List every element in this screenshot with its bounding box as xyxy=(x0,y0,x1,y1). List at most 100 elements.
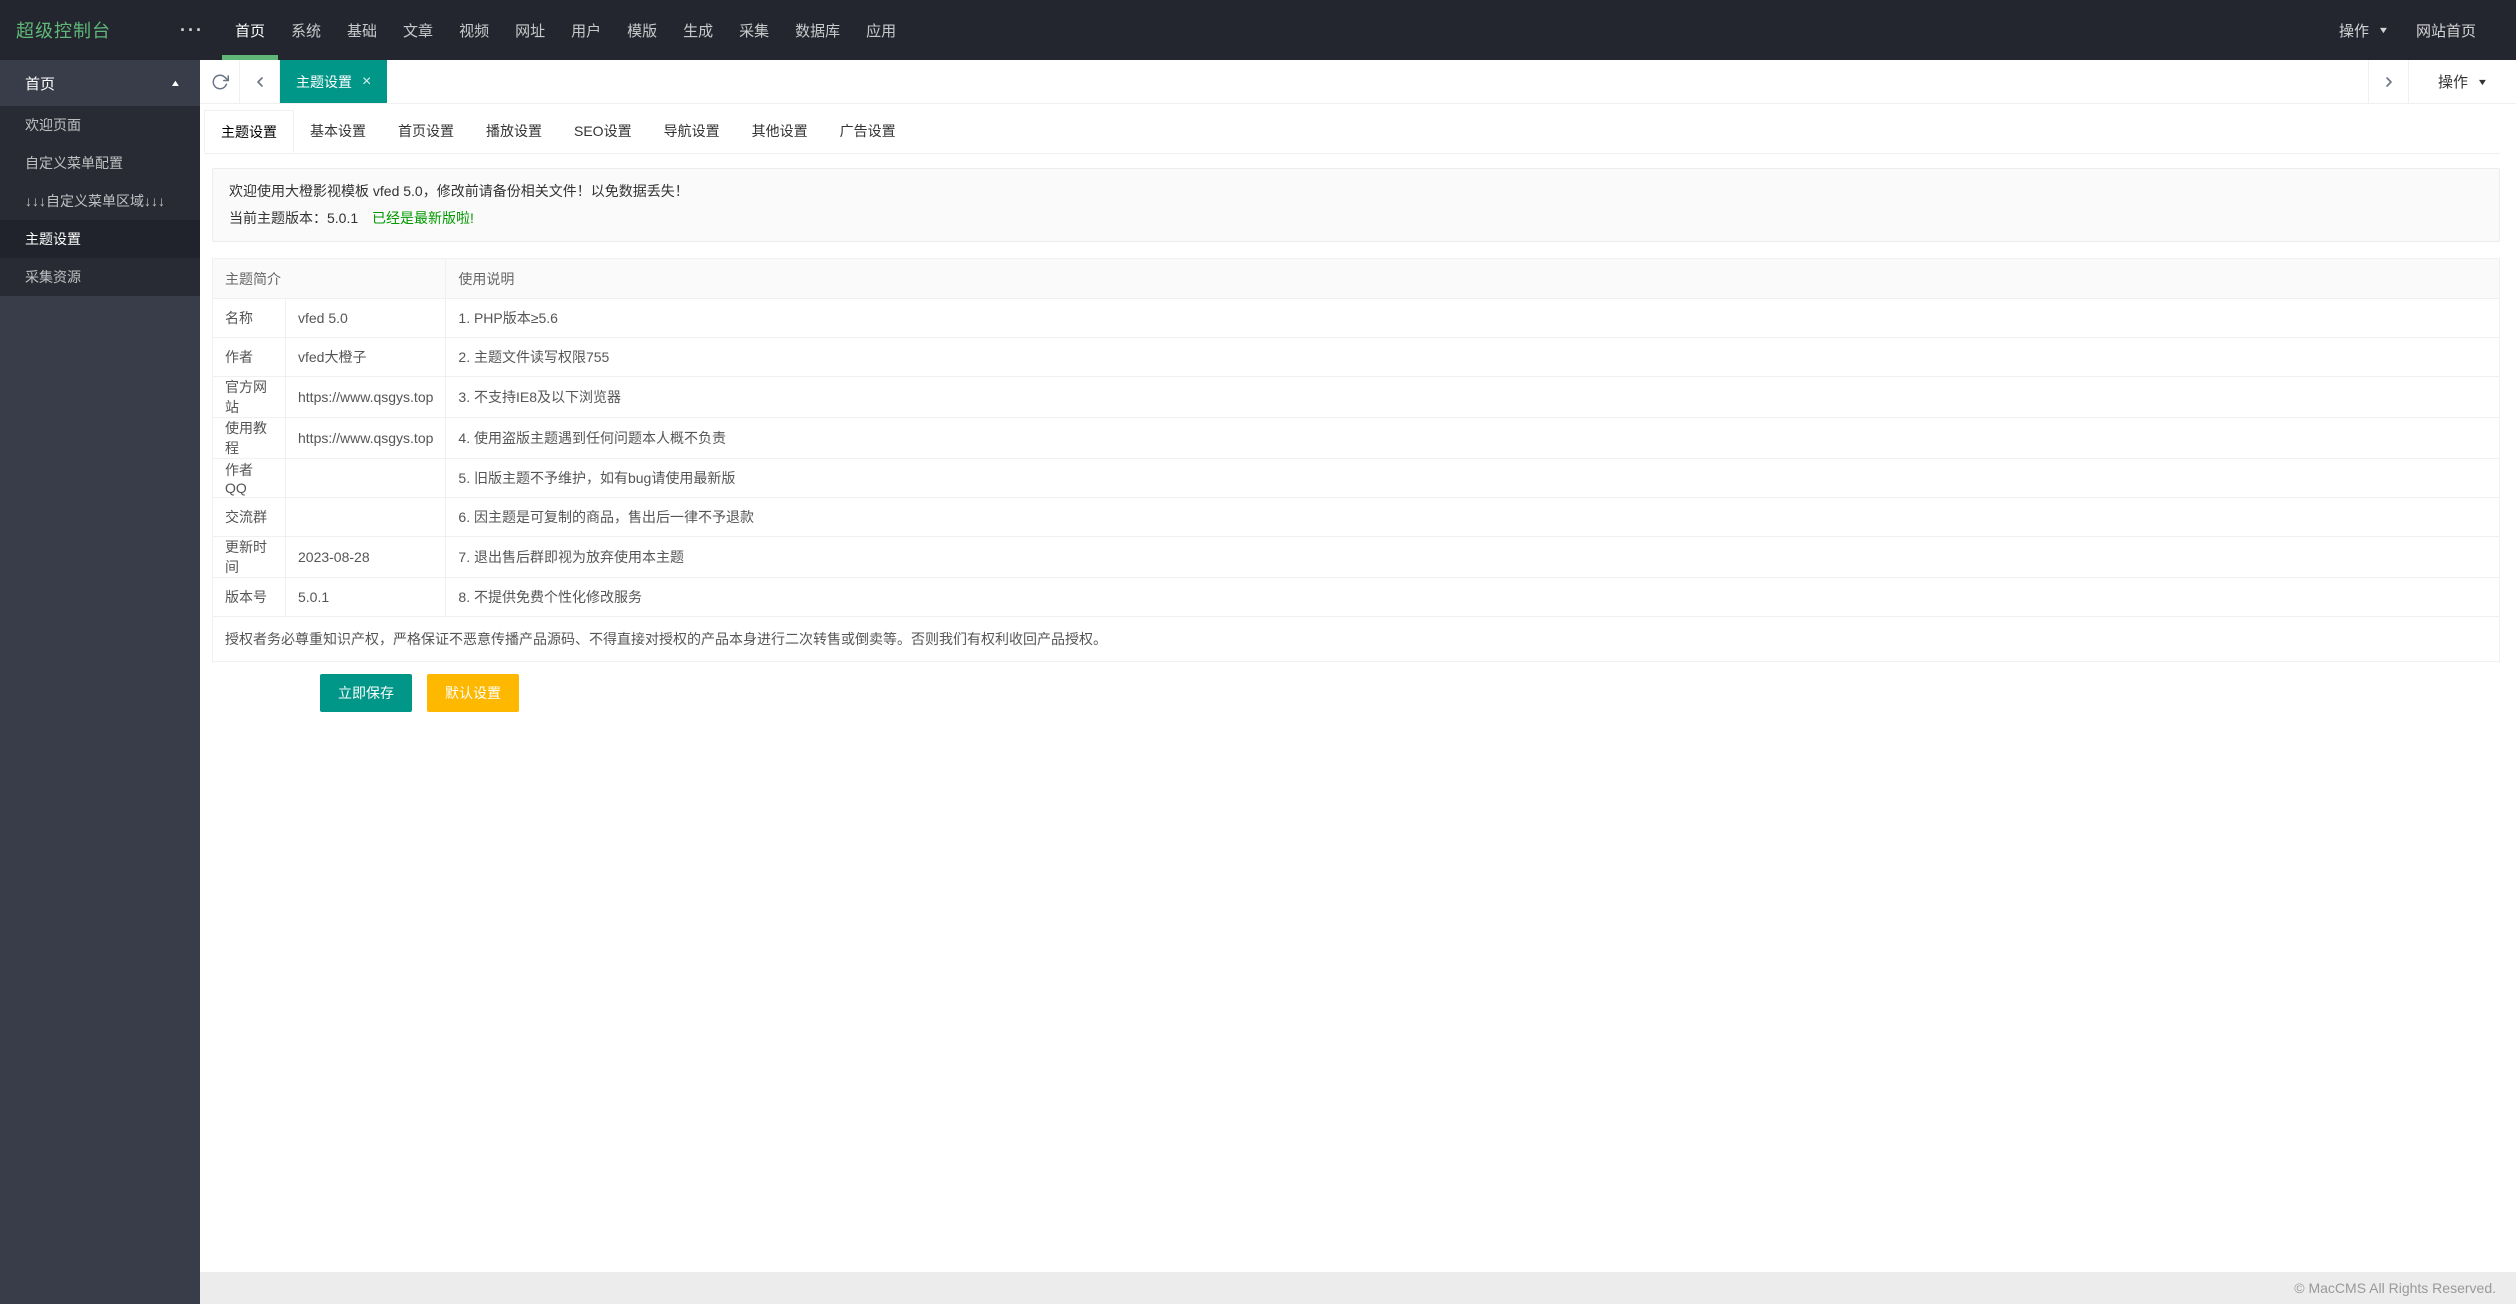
topnav-item-basic[interactable]: 基础 xyxy=(334,0,390,60)
topnav-item-home[interactable]: 首页 xyxy=(222,0,279,60)
notice-line-1: 欢迎使用大橙影视模板 vfed 5.0，修改前请备份相关文件！以免数据丢失！ xyxy=(229,183,689,199)
row-label: 更新时间 xyxy=(212,536,286,578)
sidebar-item-welcome-page[interactable]: 欢迎页面 xyxy=(0,106,200,144)
chevron-up-icon: ▲ xyxy=(169,78,182,88)
topnav-item-user[interactable]: 用户 xyxy=(558,0,614,60)
form-actions: 立即保存 默认设置 xyxy=(320,674,2516,712)
app-logo: 超级控制台 xyxy=(16,21,111,41)
row-label: 使用教程 xyxy=(212,417,286,459)
sidebar-item-theme-settings[interactable]: 主题设置 xyxy=(0,220,200,258)
chevron-down-icon: ▼ xyxy=(2377,25,2390,35)
row-note: 1. PHP版本≥5.6 xyxy=(445,298,2500,338)
license-row: 授权者务必尊重知识产权，严格保证不恶意传播产品源码、不得直接对授权的产品本身进行… xyxy=(212,616,2500,662)
topbar-right: 操作 ▼ 网站首页 xyxy=(2339,0,2516,60)
table-row: 作者QQ 5. 旧版主题不予维护，如有bug请使用最新版 xyxy=(212,458,2500,498)
row-value: 5.0.1 xyxy=(284,577,447,617)
row-value: vfed 5.0 xyxy=(284,298,447,338)
table-row: 使用教程 https://www.qsgys.top 4. 使用盗版主题遇到任何… xyxy=(212,417,2500,459)
row-label: 名称 xyxy=(212,298,286,338)
topnav-item-generate[interactable]: 生成 xyxy=(670,0,726,60)
topnav-label: 应用 xyxy=(866,22,897,40)
table-row: 更新时间 2023-08-28 7. 退出售后群即视为放弃使用本主题 xyxy=(212,536,2500,578)
tab-actions-label: 操作 xyxy=(2438,74,2469,91)
ellipsis-menu-icon[interactable]: ··· xyxy=(170,0,214,60)
topnav-label: 文章 xyxy=(403,22,434,40)
settings-tabs: 主题设置 基本设置 首页设置 播放设置 SEO设置 导航设置 其他设置 广告设置 xyxy=(204,110,2500,154)
table-header-row: 主题简介 使用说明 xyxy=(211,258,2500,299)
row-value: vfed大橙子 xyxy=(284,337,447,377)
sidebar-item-collect-resources[interactable]: 采集资源 xyxy=(0,258,200,296)
topnav-item-system[interactable]: 系统 xyxy=(278,0,334,60)
row-note: 4. 使用盗版主题遇到任何问题本人概不负责 xyxy=(445,417,2500,459)
tab-scroll-right-icon[interactable] xyxy=(2368,60,2408,103)
topbar-action-dropdown[interactable]: 操作 ▼ xyxy=(2339,20,2390,41)
tab-scroll-left-icon[interactable] xyxy=(240,60,280,103)
topnav-label: 视频 xyxy=(459,22,490,40)
topbar-action-label: 操作 xyxy=(2339,22,2370,40)
save-button[interactable]: 立即保存 xyxy=(320,674,412,712)
footer: © MacCMS All Rights Reserved. xyxy=(200,1272,2516,1304)
theme-info-table: 主题简介 使用说明 名称 vfed 5.0 1. PHP版本≥5.6 作者 vf… xyxy=(211,258,2500,662)
sidebar-item-custom-menu-config[interactable]: 自定义菜单配置 xyxy=(0,144,200,182)
topbar: 超级控制台 ··· 首页 系统 基础 文章 视频 网址 用户 模版 生成 采集 … xyxy=(0,0,2516,60)
site-home-link[interactable]: 网站首页 xyxy=(2416,20,2476,41)
topnav-item-template[interactable]: 模版 xyxy=(614,0,670,60)
page-tab-bar: 主题设置 × 操作 ▼ xyxy=(200,60,2516,104)
topnav-label: 数据库 xyxy=(795,22,841,40)
page-tab-spacer xyxy=(387,60,2368,103)
page-tab-label: 主题设置 xyxy=(296,73,352,90)
row-value xyxy=(284,497,447,537)
row-note: 5. 旧版主题不予维护，如有bug请使用最新版 xyxy=(445,458,2500,498)
main-area: 主题设置 × 操作 ▼ 主题设置 基本设置 首页设置 播放设置 SEO设置 导航… xyxy=(200,60,2516,1304)
table-row: 版本号 5.0.1 8. 不提供免费个性化修改服务 xyxy=(212,577,2500,617)
row-value: 2023-08-28 xyxy=(284,536,447,578)
top-navigation: 首页 系统 基础 文章 视频 网址 用户 模版 生成 采集 数据库 应用 xyxy=(222,0,909,60)
table-row: 官方网站 https://www.qsgys.top 3. 不支持IE8及以下浏… xyxy=(212,376,2500,418)
tab-basic-settings[interactable]: 基本设置 xyxy=(294,110,382,153)
tab-actions-dropdown[interactable]: 操作 ▼ xyxy=(2408,60,2516,103)
row-note: 8. 不提供免费个性化修改服务 xyxy=(445,577,2500,617)
sidebar-group-label: 首页 xyxy=(25,75,56,93)
tab-ad-settings[interactable]: 广告设置 xyxy=(824,110,912,153)
row-label: 交流群 xyxy=(212,497,286,537)
sidebar: 首页 ▲ 欢迎页面 自定义菜单配置 ↓↓↓自定义菜单区域↓↓↓ 主题设置 采集资… xyxy=(0,60,200,1304)
copyright-text: © MacCMS All Rights Reserved. xyxy=(2294,1280,2496,1296)
sidebar-item-custom-menu-area[interactable]: ↓↓↓自定义菜单区域↓↓↓ xyxy=(0,182,200,220)
topnav-item-article[interactable]: 文章 xyxy=(390,0,446,60)
topnav-label: 模版 xyxy=(627,22,658,40)
sidebar-menu: 欢迎页面 自定义菜单配置 ↓↓↓自定义菜单区域↓↓↓ 主题设置 采集资源 xyxy=(0,106,200,296)
topnav-item-video[interactable]: 视频 xyxy=(446,0,502,60)
sidebar-group-home[interactable]: 首页 ▲ xyxy=(0,60,200,106)
refresh-icon[interactable] xyxy=(200,60,240,103)
row-label: 作者QQ xyxy=(212,458,286,498)
tab-seo-settings[interactable]: SEO设置 xyxy=(558,110,648,153)
tab-theme-settings[interactable]: 主题设置 xyxy=(204,110,294,153)
close-icon[interactable]: × xyxy=(362,73,371,91)
row-label: 官方网站 xyxy=(212,376,286,418)
default-settings-button[interactable]: 默认设置 xyxy=(427,674,519,712)
table-row: 交流群 6. 因主题是可复制的商品，售出后一律不予退款 xyxy=(212,497,2500,537)
row-value xyxy=(284,458,447,498)
chevron-down-icon: ▼ xyxy=(2476,76,2489,87)
row-value: https://www.qsgys.top xyxy=(284,417,447,459)
column-header-intro: 主题简介 xyxy=(211,258,447,299)
topnav-item-database[interactable]: 数据库 xyxy=(782,0,853,60)
topnav-item-collect[interactable]: 采集 xyxy=(726,0,782,60)
row-label: 作者 xyxy=(212,337,286,377)
row-value: https://www.qsgys.top xyxy=(284,376,447,418)
tab-nav-settings[interactable]: 导航设置 xyxy=(648,110,736,153)
row-note: 6. 因主题是可复制的商品，售出后一律不予退款 xyxy=(445,497,2500,537)
tab-player-settings[interactable]: 播放设置 xyxy=(470,110,558,153)
license-text: 授权者务必尊重知识产权，严格保证不恶意传播产品源码、不得直接对授权的产品本身进行… xyxy=(212,616,2500,662)
tab-homepage-settings[interactable]: 首页设置 xyxy=(382,110,470,153)
page-tab-theme-settings[interactable]: 主题设置 × xyxy=(280,60,388,103)
column-header-usage: 使用说明 xyxy=(445,258,2500,299)
table-row: 作者 vfed大橙子 2. 主题文件读写权限755 xyxy=(212,337,2500,377)
tab-other-settings[interactable]: 其他设置 xyxy=(736,110,824,153)
topnav-item-app[interactable]: 应用 xyxy=(853,0,909,60)
row-label: 版本号 xyxy=(212,577,286,617)
table-row: 名称 vfed 5.0 1. PHP版本≥5.6 xyxy=(212,298,2500,338)
topnav-item-website[interactable]: 网址 xyxy=(502,0,558,60)
topnav-label: 采集 xyxy=(739,22,770,40)
row-note: 2. 主题文件读写权限755 xyxy=(445,337,2500,377)
